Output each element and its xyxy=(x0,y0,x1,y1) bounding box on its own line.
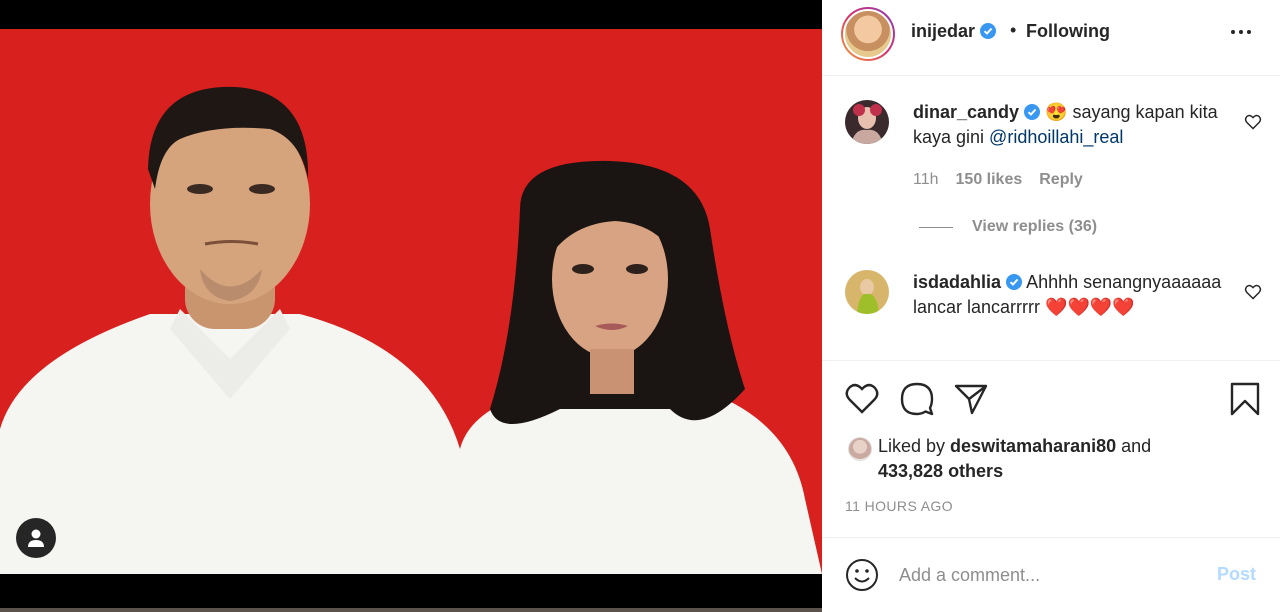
comment-username[interactable]: isdadahlia xyxy=(913,272,1001,292)
reply-button[interactable]: Reply xyxy=(1039,171,1083,189)
post-actions xyxy=(822,361,1280,437)
share-icon[interactable] xyxy=(953,381,989,417)
verified-badge-icon xyxy=(1006,274,1023,290)
photo-bottom-strip xyxy=(0,608,822,612)
post-header: inijedar • Following xyxy=(822,0,1280,76)
commenter-avatar[interactable] xyxy=(845,270,889,314)
likes-count[interactable]: 433,828 others xyxy=(878,461,1003,482)
comment-emoji: 😍 xyxy=(1045,102,1068,122)
following-button[interactable]: Following xyxy=(1026,21,1110,42)
heart-icon[interactable] xyxy=(844,381,880,417)
post-photo[interactable] xyxy=(0,29,822,574)
author-username[interactable]: inijedar xyxy=(911,21,997,42)
author-username-text[interactable]: inijedar xyxy=(911,21,975,41)
post-sidebar: inijedar • Following dinar_candy 😍 sayan… xyxy=(822,0,1280,612)
comments-list: dinar_candy 😍 sayang kapan kita kaya gin… xyxy=(822,77,1280,361)
instagram-post-viewer: inijedar • Following dinar_candy 😍 sayan… xyxy=(0,0,1280,612)
comment-time: 11h xyxy=(913,171,939,188)
comment-likes-count[interactable]: 150 likes xyxy=(956,171,1023,189)
verified-badge-icon xyxy=(980,23,997,39)
photo-pane xyxy=(0,0,822,612)
verified-badge-icon xyxy=(1024,104,1041,120)
header-separator: • xyxy=(1010,20,1017,40)
comment-like-heart-icon[interactable] xyxy=(1244,284,1262,300)
liker-avatar[interactable] xyxy=(848,437,872,461)
post-timestamp[interactable]: 11 HOURS AGO xyxy=(845,498,953,514)
view-replies-label[interactable]: View replies (36) xyxy=(972,218,1097,236)
user-tag-button[interactable] xyxy=(16,518,56,558)
replies-divider xyxy=(919,226,953,228)
comment-meta: 11h 150 likes Reply xyxy=(913,171,1083,189)
emoji-icon[interactable] xyxy=(845,558,879,592)
comment-hearts: ❤️❤️❤️❤️ xyxy=(1045,297,1135,317)
view-replies-button[interactable]: View replies (36) xyxy=(919,218,1097,236)
liker-username[interactable]: deswitamaharani80 xyxy=(950,436,1116,456)
photo-illustration xyxy=(0,29,822,574)
comment-username[interactable]: dinar_candy xyxy=(913,102,1019,122)
bookmark-icon[interactable] xyxy=(1227,381,1263,417)
comment-like-heart-icon[interactable] xyxy=(1244,114,1262,130)
liked-by-line: Liked by deswitamaharani80 and xyxy=(878,436,1151,457)
comment-text: isdadahlia Ahhhh senangnyaaaaaa lancar l… xyxy=(913,270,1233,320)
post-comment-button[interactable]: Post xyxy=(1217,564,1256,585)
comment-mention-link[interactable]: @ridhoillahi_real xyxy=(989,127,1123,147)
comment-composer: Post xyxy=(822,537,1280,612)
liked-by-and: and xyxy=(1116,436,1152,456)
comment-icon[interactable] xyxy=(899,381,935,417)
comment-text: dinar_candy 😍 sayang kapan kita kaya gin… xyxy=(913,100,1233,150)
liked-by-prefix: Liked by xyxy=(878,436,951,456)
commenter-avatar[interactable] xyxy=(845,100,889,144)
user-tag-icon xyxy=(28,529,44,547)
author-avatar[interactable] xyxy=(841,7,895,61)
more-options-icon[interactable] xyxy=(1231,30,1255,38)
comment-input[interactable] xyxy=(899,562,1199,588)
